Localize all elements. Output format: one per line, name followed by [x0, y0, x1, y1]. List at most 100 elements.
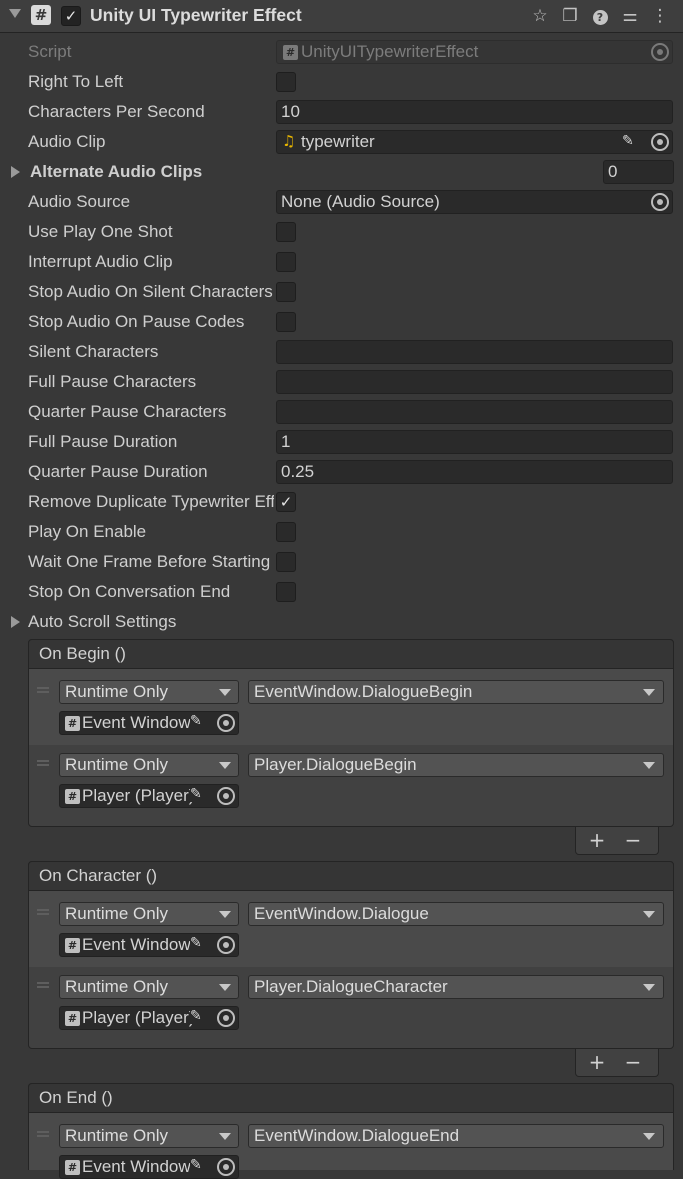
object-picker-icon[interactable] — [217, 714, 235, 732]
edit-pencil-icon[interactable]: ✎ — [190, 1008, 202, 1024]
use-play-one-shot-label: Use Play One Shot — [28, 222, 173, 241]
object-picker-icon[interactable] — [217, 787, 235, 805]
drag-handle-icon[interactable] — [37, 687, 49, 693]
chevron-down-icon — [643, 984, 655, 991]
audio-source-field[interactable]: None (Audio Source) — [276, 190, 673, 214]
target-object-name: Event Window — [82, 935, 191, 954]
target-object-name: Player (Player) — [82, 1008, 195, 1027]
audio-clip-field[interactable]: typewriter — [276, 130, 673, 154]
collapse-arrow-icon[interactable] — [9, 9, 21, 18]
right-to-left-checkbox[interactable] — [276, 72, 296, 92]
chars-per-second-field[interactable]: 10 — [276, 100, 673, 124]
wait-one-frame-label: Wait One Frame Before Starting — [28, 552, 271, 571]
chevron-down-icon — [643, 1133, 655, 1140]
runtime-mode-dropdown[interactable]: Runtime Only — [59, 753, 239, 777]
interrupt-audio-clip-label: Interrupt Audio Clip — [28, 252, 173, 271]
expand-arrow-icon[interactable] — [11, 616, 20, 628]
chevron-down-icon — [219, 911, 231, 918]
remove-listener-button[interactable]: − — [618, 1049, 648, 1075]
audio-source-picker-icon[interactable] — [651, 193, 669, 211]
right-to-left-label: Right To Left — [28, 72, 124, 91]
target-object-name: Event Window — [82, 713, 191, 732]
stop-audio-pause-label: Stop Audio On Pause Codes — [28, 312, 245, 331]
chevron-down-icon — [219, 984, 231, 991]
target-object-field[interactable]: Player (Player) — [59, 784, 239, 808]
full-pause-duration-label: Full Pause Duration — [28, 432, 178, 451]
function-dropdown[interactable]: EventWindow.DialogueEnd — [248, 1124, 664, 1148]
edit-pencil-icon[interactable]: ✎ — [190, 786, 202, 802]
function-dropdown[interactable]: Player.DialogueCharacter — [248, 975, 664, 999]
quarter-pause-characters-field[interactable] — [276, 400, 673, 424]
silent-characters-field[interactable] — [276, 340, 673, 364]
chevron-down-icon — [219, 762, 231, 769]
on-character-header: On Character () — [28, 861, 674, 891]
runtime-mode-dropdown[interactable]: Runtime Only — [59, 975, 239, 999]
full-pause-characters-label: Full Pause Characters — [28, 372, 197, 391]
object-picker-icon[interactable] — [217, 1158, 235, 1176]
function-dropdown[interactable]: EventWindow.DialogueBegin — [248, 680, 664, 704]
script-field: UnityUITypewriterEffect — [276, 40, 673, 64]
chevron-down-icon — [643, 689, 655, 696]
wait-one-frame-checkbox[interactable] — [276, 552, 296, 572]
edit-pencil-icon[interactable]: ✎ — [190, 1157, 202, 1173]
object-picker-icon[interactable] — [217, 1009, 235, 1027]
auto-scroll-settings-label[interactable]: Auto Scroll Settings — [28, 607, 274, 637]
full-pause-duration-field[interactable]: 1 — [276, 430, 673, 454]
drag-handle-icon[interactable] — [37, 982, 49, 988]
runtime-mode-dropdown[interactable]: Runtime Only — [59, 1124, 239, 1148]
script-label: Script — [28, 42, 72, 61]
drag-handle-icon[interactable] — [37, 760, 49, 766]
stop-on-conversation-end-label: Stop On Conversation End — [28, 582, 231, 601]
edit-pencil-icon[interactable]: ✎ — [190, 713, 202, 729]
on-end-header: On End () — [28, 1083, 674, 1113]
interrupt-audio-clip-checkbox[interactable] — [276, 252, 296, 272]
function-dropdown[interactable]: EventWindow.Dialogue — [248, 902, 664, 926]
audio-clip-picker-icon[interactable] — [651, 133, 669, 151]
expand-arrow-icon[interactable] — [11, 166, 20, 178]
target-object-field[interactable]: Event Window — [59, 711, 239, 735]
use-play-one-shot-checkbox[interactable] — [276, 222, 296, 242]
add-listener-button[interactable]: + — [582, 827, 612, 853]
runtime-mode-dropdown[interactable]: Runtime Only — [59, 902, 239, 926]
drag-handle-icon[interactable] — [37, 909, 49, 915]
target-object-field[interactable]: Event Window — [59, 933, 239, 957]
settings-sliders-icon[interactable]: ⚌ — [619, 5, 641, 27]
stop-audio-pause-checkbox[interactable] — [276, 312, 296, 332]
remove-duplicate-checkbox[interactable]: ✓ — [276, 492, 296, 512]
edit-pencil-icon[interactable]: ✎ — [190, 935, 202, 951]
component-enabled-checkbox[interactable]: ✓ — [61, 6, 81, 26]
script-picker-icon — [651, 43, 669, 61]
stop-on-conversation-end-checkbox[interactable] — [276, 582, 296, 602]
remove-listener-button[interactable]: − — [618, 827, 648, 853]
star-icon[interactable]: ☆ — [529, 5, 551, 27]
full-pause-characters-field[interactable] — [276, 370, 673, 394]
edit-pencil-icon[interactable]: ✎ — [622, 133, 634, 149]
alternate-audio-clips-label[interactable]: Alternate Audio Clips — [30, 157, 276, 187]
audio-clip-label: Audio Clip — [28, 132, 106, 151]
function-dropdown[interactable]: Player.DialogueBegin — [248, 753, 664, 777]
drag-handle-icon[interactable] — [37, 1131, 49, 1137]
play-on-enable-label: Play On Enable — [28, 522, 147, 541]
play-on-enable-checkbox[interactable] — [276, 522, 296, 542]
audio-clip-value: typewriter — [301, 132, 375, 151]
remove-duplicate-label: Remove Duplicate Typewriter Effects — [28, 492, 274, 511]
script-file-icon: # — [65, 1160, 80, 1175]
target-object-field[interactable]: Player (Player) — [59, 1006, 239, 1030]
runtime-mode-dropdown[interactable]: Runtime Only — [59, 680, 239, 704]
on-begin-header: On Begin () — [28, 639, 674, 669]
more-icon[interactable]: ⋮ — [649, 5, 671, 27]
chevron-down-icon — [219, 689, 231, 696]
stop-audio-silent-checkbox[interactable] — [276, 282, 296, 302]
quarter-pause-duration-field[interactable]: 0.25 — [276, 460, 673, 484]
audio-file-icon: ♫ — [282, 132, 296, 150]
chevron-down-icon — [219, 1133, 231, 1140]
object-picker-icon[interactable] — [217, 936, 235, 954]
component-title: Unity UI Typewriter Effect — [90, 5, 302, 25]
copy-icon[interactable]: ❐ — [559, 5, 581, 27]
alternate-clips-count-field[interactable]: 0 — [603, 160, 674, 184]
target-object-field[interactable]: Event Window — [59, 1155, 239, 1179]
help-icon[interactable]: ? — [589, 5, 611, 27]
add-listener-button[interactable]: + — [582, 1049, 612, 1075]
script-file-icon: # — [65, 1011, 80, 1026]
target-object-name: Event Window — [82, 1157, 191, 1176]
